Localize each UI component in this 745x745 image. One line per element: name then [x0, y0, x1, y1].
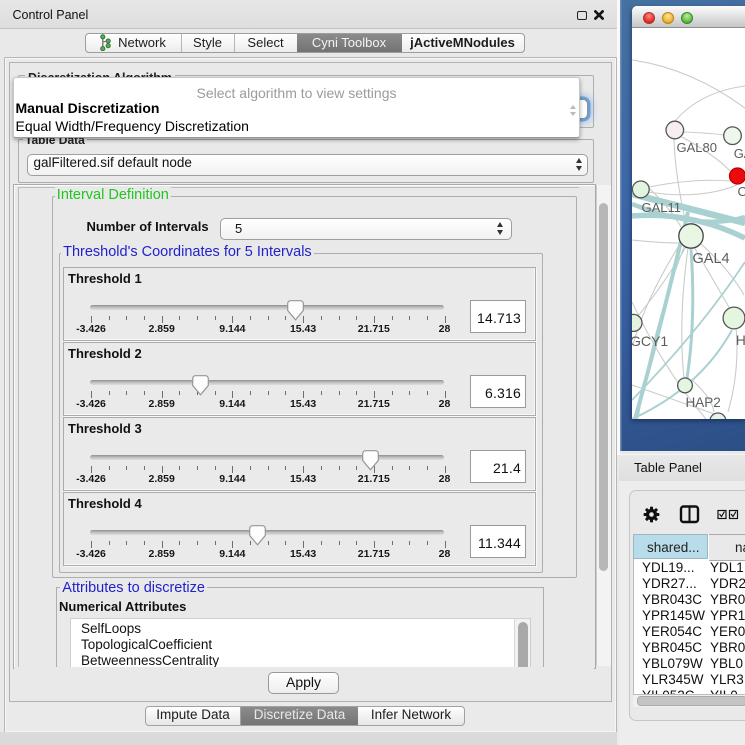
svg-text:C: C: [738, 184, 745, 199]
svg-text:GAL4: GAL4: [693, 251, 730, 267]
svg-text:HAP2: HAP2: [686, 395, 721, 410]
svg-text:GCY1: GCY1: [632, 333, 668, 349]
svg-text:GAL80: GAL80: [677, 140, 717, 155]
svg-text:GAL11: GAL11: [642, 200, 682, 215]
svg-text:H: H: [736, 332, 745, 348]
svg-text:GA: GA: [734, 146, 745, 161]
